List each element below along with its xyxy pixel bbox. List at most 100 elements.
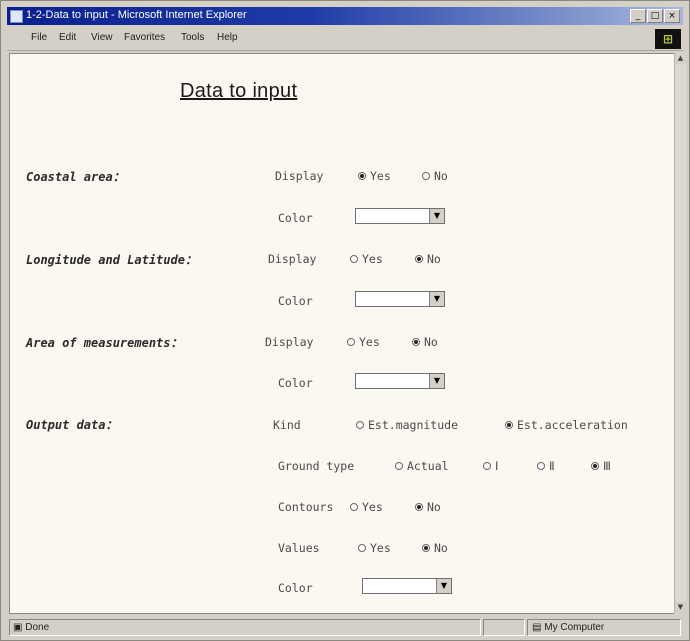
coastal-color-select[interactable]: ▼ — [355, 208, 445, 224]
status-text-pane: ▣ Done — [9, 619, 481, 636]
dropdown-arrow-icon[interactable]: ▼ — [429, 209, 444, 223]
dropdown-arrow-icon[interactable]: ▼ — [429, 292, 444, 306]
coastal-no-dot[interactable] — [422, 172, 430, 180]
area-display-label: Display — [265, 335, 314, 349]
browser-window: 1-2-Data to input - Microsoft Internet E… — [0, 0, 690, 641]
ground-type-3-radio[interactable]: Ⅲ — [591, 459, 611, 473]
contours-no-dot[interactable] — [415, 503, 423, 511]
kind-est-acceleration-radio[interactable]: Est.acceleration — [505, 418, 628, 432]
window-controls: _ □ × — [630, 9, 680, 23]
values-no-radio[interactable]: No — [422, 541, 448, 555]
scroll-down-arrow-icon[interactable]: ▼ — [675, 602, 686, 613]
area-display-no-radio[interactable]: No — [412, 335, 438, 349]
computer-icon: ▤ — [532, 622, 542, 633]
vertical-scrollbar[interactable]: ▲ ▼ — [674, 53, 686, 613]
area-yes-label: Yes — [359, 335, 380, 349]
area-of-measurements-label: Area of measurements： — [26, 336, 183, 350]
lonlat-color-select[interactable]: ▼ — [355, 291, 445, 307]
ground-actual-radio[interactable]: Actual — [395, 459, 449, 473]
values-yes-label: Yes — [370, 541, 391, 555]
kind-magnitude-dot[interactable] — [356, 421, 364, 429]
values-yes-dot[interactable] — [358, 544, 366, 552]
area-color-select[interactable]: ▼ — [355, 373, 445, 389]
coastal-area-label: Coastal area： — [26, 170, 125, 184]
windows-logo-icon: ⊞ — [662, 32, 674, 46]
coastal-yes-label: Yes — [370, 169, 391, 183]
ground-actual-label: Actual — [407, 459, 449, 473]
page-content: Data to input Coastal area： Display Yes … — [9, 53, 674, 614]
menu-tools[interactable]: Tools — [181, 32, 204, 43]
ground-type-2-radio[interactable]: Ⅱ — [537, 459, 555, 473]
longitude-latitude-label: Longitude and Latitude： — [26, 253, 197, 267]
zone-text: My Computer — [544, 622, 605, 633]
ground-2-label: Ⅱ — [549, 459, 555, 473]
contours-no-label: No — [427, 500, 441, 514]
dropdown-arrow-icon[interactable]: ▼ — [436, 579, 451, 593]
maximize-button[interactable]: □ — [647, 9, 663, 23]
area-no-dot[interactable] — [412, 338, 420, 346]
kind-acceleration-dot[interactable] — [505, 421, 513, 429]
title-bar[interactable]: 1-2-Data to input - Microsoft Internet E… — [7, 7, 683, 25]
output-color-select[interactable]: ▼ — [362, 578, 452, 594]
ie-throbber-logo: ⊞ — [655, 29, 681, 49]
coastal-display-no-radio[interactable]: No — [422, 169, 448, 183]
zone-pane: ▤ My Computer — [527, 619, 681, 636]
ground-type-label: Ground type — [278, 459, 355, 473]
coastal-display-yes-radio[interactable]: Yes — [358, 169, 391, 183]
kind-acceleration-label: Est.acceleration — [517, 418, 628, 432]
ground-3-label: Ⅲ — [603, 459, 611, 473]
coastal-display-label: Display — [275, 169, 324, 183]
contours-label: Contours — [278, 500, 334, 514]
menu-help[interactable]: Help — [217, 32, 238, 43]
status-empty-pane — [483, 619, 525, 636]
minimize-button[interactable]: _ — [630, 9, 646, 23]
lonlat-no-label: No — [427, 252, 441, 266]
lonlat-display-yes-radio[interactable]: Yes — [350, 252, 383, 266]
area-no-label: No — [424, 335, 438, 349]
lonlat-yes-label: Yes — [362, 252, 383, 266]
window-title: 1-2-Data to input - Microsoft Internet E… — [26, 9, 247, 21]
dropdown-arrow-icon[interactable]: ▼ — [429, 374, 444, 388]
values-label: Values — [278, 541, 320, 555]
area-display-yes-radio[interactable]: Yes — [347, 335, 380, 349]
scroll-up-arrow-icon[interactable]: ▲ — [675, 53, 686, 64]
output-color-label: Color — [278, 581, 313, 595]
coastal-color-label: Color — [278, 211, 313, 225]
values-no-label: No — [434, 541, 448, 555]
lonlat-no-dot[interactable] — [415, 255, 423, 263]
ground-1-label: Ⅰ — [495, 459, 499, 473]
contours-yes-radio[interactable]: Yes — [350, 500, 383, 514]
close-button[interactable]: × — [664, 9, 680, 23]
menu-favorites[interactable]: Favorites — [124, 32, 165, 43]
lonlat-display-label: Display — [268, 252, 317, 266]
contours-yes-dot[interactable] — [350, 503, 358, 511]
coastal-no-label: No — [434, 169, 448, 183]
menu-edit[interactable]: Edit — [59, 32, 76, 43]
area-color-label: Color — [278, 376, 313, 390]
menu-file[interactable]: File — [31, 32, 47, 43]
area-yes-dot[interactable] — [347, 338, 355, 346]
output-kind-label: Kind — [273, 418, 301, 432]
lonlat-yes-dot[interactable] — [350, 255, 358, 263]
ground-2-dot[interactable] — [537, 462, 545, 470]
page-title: Data to input — [180, 80, 298, 102]
kind-est-magnitude-radio[interactable]: Est.magnitude — [356, 418, 458, 432]
menu-view[interactable]: View — [91, 32, 113, 43]
contours-no-radio[interactable]: No — [415, 500, 441, 514]
page-done-icon: ▣ — [13, 622, 23, 633]
ground-type-1-radio[interactable]: Ⅰ — [483, 459, 498, 473]
values-yes-radio[interactable]: Yes — [358, 541, 391, 555]
status-text: Done — [25, 622, 50, 633]
ground-3-dot[interactable] — [591, 462, 599, 470]
ground-actual-dot[interactable] — [395, 462, 403, 470]
status-bar: ▣ Done ▤ My Computer — [7, 618, 683, 636]
lonlat-display-no-radio[interactable]: No — [415, 252, 441, 266]
contours-yes-label: Yes — [362, 500, 383, 514]
menu-bar: File Edit View Favorites Tools Help ⊞ — [7, 28, 683, 51]
ground-1-dot[interactable] — [483, 462, 491, 470]
kind-magnitude-label: Est.magnitude — [368, 418, 459, 432]
lonlat-color-label: Color — [278, 294, 313, 308]
ie-page-icon — [10, 10, 23, 23]
coastal-yes-dot[interactable] — [358, 172, 366, 180]
values-no-dot[interactable] — [422, 544, 430, 552]
